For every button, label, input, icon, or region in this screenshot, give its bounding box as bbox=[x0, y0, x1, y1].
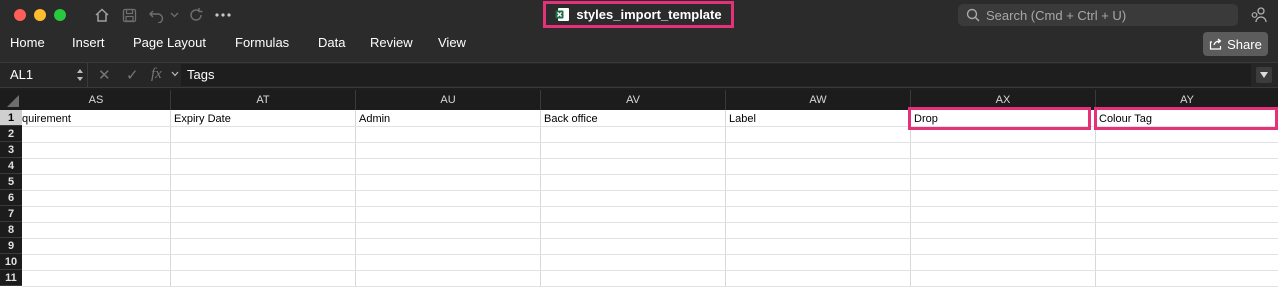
minimize-window-button[interactable] bbox=[34, 9, 46, 21]
tab-view[interactable]: View bbox=[438, 35, 466, 50]
cell-au1[interactable]: Admin bbox=[359, 113, 537, 127]
tab-home[interactable]: Home bbox=[10, 35, 45, 50]
row-header-4[interactable]: 4 bbox=[0, 158, 22, 174]
row-header-10[interactable]: 10 bbox=[0, 254, 22, 270]
cell-at1[interactable]: Expiry Date bbox=[174, 113, 352, 127]
row-header-2[interactable]: 2 bbox=[0, 126, 22, 142]
column-divider bbox=[1095, 110, 1096, 287]
ribbon-tabs: Home Insert Page Layout Formulas Data Re… bbox=[0, 30, 1278, 62]
column-header-aw[interactable]: AW bbox=[726, 90, 911, 110]
row-divider bbox=[22, 190, 1278, 191]
undo-icon[interactable] bbox=[146, 5, 166, 25]
column-divider bbox=[910, 110, 911, 287]
tab-page-layout[interactable]: Page Layout bbox=[133, 35, 206, 50]
document-title[interactable]: styles_import_template bbox=[543, 1, 734, 28]
share-button[interactable]: Share bbox=[1203, 32, 1268, 56]
row-divider bbox=[22, 174, 1278, 175]
function-icon[interactable]: fx bbox=[151, 66, 162, 83]
cell-as1[interactable]: quirement bbox=[22, 113, 169, 127]
search-placeholder: Search (Cmd + Ctrl + U) bbox=[986, 7, 1127, 23]
chevron-down-icon[interactable] bbox=[168, 5, 180, 25]
row-divider bbox=[22, 158, 1278, 159]
cell-reference: AL1 bbox=[10, 67, 34, 82]
confirm-icon[interactable]: ✓ bbox=[126, 66, 139, 84]
column-header-at[interactable]: AT bbox=[171, 90, 356, 110]
title-bar: styles_import_template Search (Cmd + Ctr… bbox=[0, 0, 1278, 30]
cell-as1-text: quirement bbox=[22, 113, 71, 125]
row-divider bbox=[22, 222, 1278, 223]
spreadsheet-grid[interactable]: AS AT AU AV AW AX AY 1 2 3 4 5 6 7 8 9 1… bbox=[0, 90, 1278, 287]
row-header-11[interactable]: 11 bbox=[0, 270, 22, 286]
column-divider bbox=[170, 110, 171, 287]
highlight-box-ax1 bbox=[908, 107, 1091, 130]
cell-av1[interactable]: Back office bbox=[544, 113, 722, 127]
row-header-8[interactable]: 8 bbox=[0, 222, 22, 238]
cell-aw1[interactable]: Label bbox=[729, 113, 907, 127]
row-divider bbox=[22, 238, 1278, 239]
row-header-3[interactable]: 3 bbox=[0, 142, 22, 158]
chevron-down-icon[interactable] bbox=[171, 71, 179, 77]
tab-insert[interactable]: Insert bbox=[72, 35, 105, 50]
cancel-icon[interactable]: ✕ bbox=[98, 66, 111, 84]
row-divider bbox=[22, 206, 1278, 207]
column-header-au[interactable]: AU bbox=[356, 90, 541, 110]
close-window-button[interactable] bbox=[14, 9, 26, 21]
save-icon[interactable] bbox=[120, 5, 138, 25]
formula-bar: AL1 ✕ ✓ fx Tags bbox=[0, 62, 1278, 88]
search-icon bbox=[966, 8, 980, 22]
more-icon[interactable] bbox=[214, 5, 232, 25]
tab-data[interactable]: Data bbox=[318, 35, 345, 50]
column-header-as[interactable]: AS bbox=[22, 90, 171, 110]
column-divider bbox=[355, 110, 356, 287]
formula-value: Tags bbox=[187, 67, 215, 82]
row-header-9[interactable]: 9 bbox=[0, 238, 22, 254]
column-header-av[interactable]: AV bbox=[541, 90, 726, 110]
column-divider bbox=[725, 110, 726, 287]
row-divider bbox=[22, 254, 1278, 255]
tab-review[interactable]: Review bbox=[370, 35, 413, 50]
formula-input[interactable] bbox=[181, 64, 1251, 86]
tab-formulas[interactable]: Formulas bbox=[235, 35, 289, 50]
row-header-1[interactable]: 1 bbox=[0, 110, 22, 126]
redo-icon[interactable] bbox=[187, 5, 205, 25]
excel-file-icon bbox=[555, 7, 570, 22]
document-title-text: styles_import_template bbox=[576, 7, 722, 22]
share-icon bbox=[1209, 38, 1222, 50]
row-header-7[interactable]: 7 bbox=[0, 206, 22, 222]
row-divider bbox=[22, 270, 1278, 271]
home-icon[interactable] bbox=[92, 5, 112, 25]
search-field[interactable]: Search (Cmd + Ctrl + U) bbox=[958, 4, 1238, 26]
row-header-6[interactable]: 6 bbox=[0, 190, 22, 206]
share-label: Share bbox=[1227, 36, 1262, 52]
column-divider bbox=[540, 110, 541, 287]
highlight-box-ay1 bbox=[1094, 107, 1278, 130]
select-all-corner[interactable] bbox=[0, 90, 22, 110]
name-box[interactable]: AL1 bbox=[0, 63, 88, 87]
collaborate-icon[interactable] bbox=[1248, 5, 1270, 25]
row-divider bbox=[22, 142, 1278, 143]
zoom-window-button[interactable] bbox=[54, 9, 66, 21]
stepper-icon[interactable] bbox=[76, 67, 84, 83]
row-header-5[interactable]: 5 bbox=[0, 174, 22, 190]
expand-formula-button[interactable] bbox=[1256, 67, 1272, 83]
